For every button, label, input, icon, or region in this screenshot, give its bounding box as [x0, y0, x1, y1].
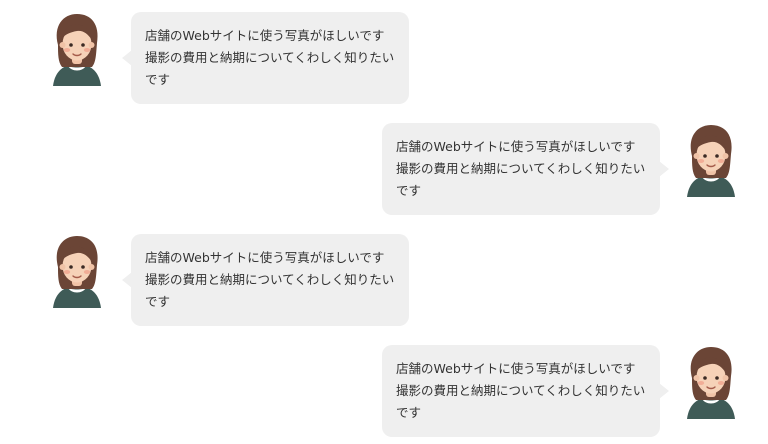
avatar [49, 10, 105, 86]
avatar [683, 121, 739, 197]
woman-avatar-icon [53, 14, 101, 86]
chat-message-row: 店舗のWebサイトに使う写真がほしいです撮影の費用と納期についてくわしく知りたい… [0, 111, 768, 215]
woman-avatar-icon [687, 125, 735, 197]
chat-message-row: 店舗のWebサイトに使う写真がほしいです撮影の費用と納期についてくわしく知りたい… [0, 333, 768, 437]
chat-bubble: 店舗のWebサイトに使う写真がほしいです撮影の費用と納期についてくわしく知りたい… [122, 234, 409, 326]
chat-bubble: 店舗のWebサイトに使う写真がほしいです撮影の費用と納期についてくわしく知りたい… [382, 123, 669, 215]
woman-avatar-icon [687, 347, 735, 419]
chat-bubble: 店舗のWebサイトに使う写真がほしいです撮影の費用と納期についてくわしく知りたい… [122, 12, 409, 104]
chat-message-row: 店舗のWebサイトに使う写真がほしいです撮影の費用と納期についてくわしく知りたい… [0, 222, 768, 326]
chat-thread: 店舗のWebサイトに使う写真がほしいです撮影の費用と納期についてくわしく知りたい… [0, 0, 768, 444]
woman-avatar-icon [53, 236, 101, 308]
chat-bubble: 店舗のWebサイトに使う写真がほしいです撮影の費用と納期についてくわしく知りたい… [382, 345, 669, 437]
avatar [683, 343, 739, 419]
avatar [49, 232, 105, 308]
chat-message-row: 店舗のWebサイトに使う写真がほしいです撮影の費用と納期についてくわしく知りたい… [0, 0, 768, 104]
